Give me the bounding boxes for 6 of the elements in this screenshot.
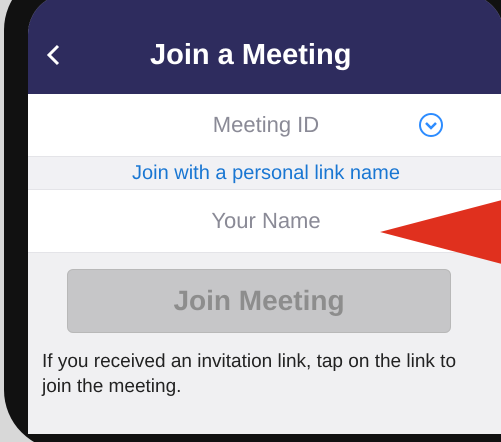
screen-title: Join a Meeting	[150, 39, 352, 72]
meeting-id-field[interactable]: Meeting ID	[144, 111, 388, 139]
name-field[interactable]: Your Name	[144, 207, 388, 235]
dropdown-icon[interactable]	[418, 112, 444, 138]
instruction-text: If you received an invitation link, tap on the link to join the meeting.	[42, 350, 458, 399]
back-icon[interactable]	[46, 44, 60, 66]
